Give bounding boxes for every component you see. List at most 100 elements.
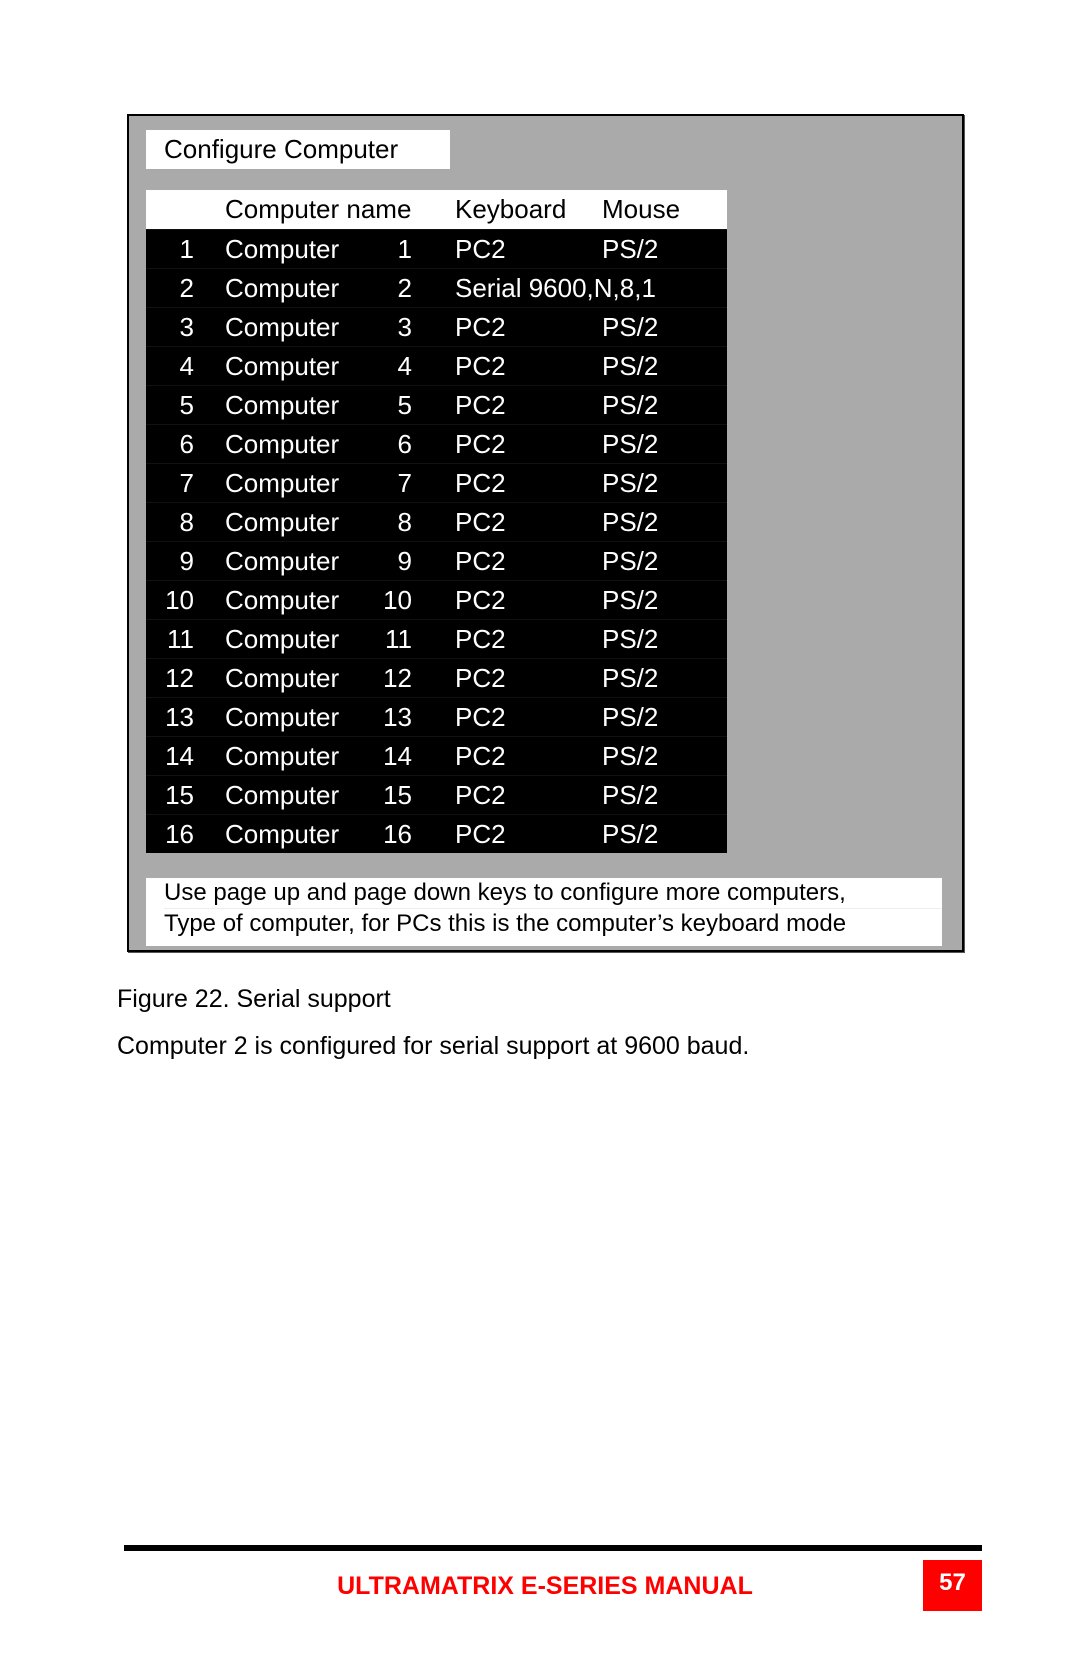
computer-name: Computer <box>225 624 340 654</box>
table-row[interactable]: 12 Computer 12 PC2 PS/2 <box>146 658 727 697</box>
row-number: 6 <box>179 429 194 459</box>
help-notes: Use page up and page down keys to config… <box>146 878 942 946</box>
keyboard-mode: PC2 <box>455 663 506 693</box>
table-body: 1 Computer 1 PC2 PS/2 2 Computer 2 Serial 9600,N… <box>146 229 727 853</box>
computer-name: Computer <box>225 312 340 342</box>
mouse-type: PS/2 <box>602 819 659 849</box>
computer-name-number: 16 <box>383 819 412 849</box>
row-number: 3 <box>179 312 194 342</box>
table-row[interactable]: 3 Computer 3 PC2 PS/2 <box>146 307 727 346</box>
mouse-type: PS/2 <box>602 663 659 693</box>
computer-name: Computer <box>225 234 340 264</box>
keyboard-mode: PC2 <box>455 741 506 771</box>
computer-name-number: 12 <box>383 663 412 693</box>
computer-name-number: 6 <box>397 429 412 459</box>
row-number: 13 <box>165 702 194 732</box>
mouse-type: PS/2 <box>602 585 659 615</box>
mouse-type: PS/2 <box>602 390 659 420</box>
row-number: 14 <box>165 741 194 771</box>
row-number: 9 <box>179 546 194 576</box>
table-row[interactable]: 4 Computer 4 PC2 PS/2 <box>146 346 727 385</box>
header-computer-name: Computer name <box>225 194 412 224</box>
row-number: 1 <box>179 234 194 264</box>
computer-name: Computer <box>225 468 340 498</box>
computer-name-number: 15 <box>383 780 412 810</box>
keyboard-mode: PC2 <box>455 507 506 537</box>
keyboard-mode: PC2 <box>455 429 506 459</box>
row-number: 10 <box>165 585 194 615</box>
keyboard-mode: PC2 <box>455 702 506 732</box>
keyboard-mode: PC2 <box>455 312 506 342</box>
computer-name: Computer <box>225 429 340 459</box>
mouse-type: PS/2 <box>602 780 659 810</box>
keyboard-mode: PC2 <box>455 351 506 381</box>
keyboard-mode: PC2 <box>455 234 506 264</box>
keyboard-mode: PC2 <box>455 819 506 849</box>
row-number: 2 <box>179 273 194 303</box>
row-number: 15 <box>165 780 194 810</box>
mouse-type: PS/2 <box>602 429 659 459</box>
keyboard-mode: PC2 <box>455 468 506 498</box>
configure-computer-screen: Configure Computer Computer name Keyboar… <box>127 114 964 952</box>
table-header: Computer name Keyboard Mouse <box>146 190 727 229</box>
row-number: 4 <box>179 351 194 381</box>
header-mouse: Mouse <box>602 194 681 224</box>
figure-caption: Figure 22. Serial support <box>117 985 391 1013</box>
computer-name-number: 2 <box>397 273 412 303</box>
computer-name-number: 1 <box>397 234 412 264</box>
keyboard-mode: PC2 <box>455 624 506 654</box>
mouse-type: PS/2 <box>602 312 659 342</box>
table-row[interactable]: 1 Computer 1 PC2 PS/2 <box>146 229 727 268</box>
table-row[interactable]: 16 Computer 16 PC2 PS/2 <box>146 814 727 853</box>
row-number: 11 <box>167 624 194 654</box>
table-row[interactable]: 10 Computer 10 PC2 PS/2 <box>146 580 727 619</box>
table-row[interactable]: 8 Computer 8 PC2 PS/2 <box>146 502 727 541</box>
computer-name: Computer <box>225 702 340 732</box>
mouse-type: PS/2 <box>602 741 659 771</box>
help-note-line: Use page up and page down keys to config… <box>164 878 942 909</box>
computer-name: Computer <box>225 507 340 537</box>
table-row[interactable]: 7 Computer 7 PC2 PS/2 <box>146 463 727 502</box>
computer-name: Computer <box>225 351 340 381</box>
table-row[interactable]: 5 Computer 5 PC2 PS/2 <box>146 385 727 424</box>
computer-name: Computer <box>225 663 340 693</box>
mouse-type: PS/2 <box>602 507 659 537</box>
mouse-type: PS/2 <box>602 234 659 264</box>
row-number: 7 <box>179 468 194 498</box>
header-keyboard: Keyboard <box>455 194 567 224</box>
help-note-line: Type of computer, for PCs this is the co… <box>164 910 847 937</box>
table-row[interactable]: 6 Computer 6 PC2 PS/2 <box>146 424 727 463</box>
footer-title: ULTRAMATRIX E-SERIES MANUAL <box>337 1572 753 1600</box>
row-number: 12 <box>165 663 194 693</box>
computer-name-number: 3 <box>397 312 412 342</box>
footer-rule <box>124 1545 982 1551</box>
table-row[interactable]: 14 Computer 14 PC2 PS/2 <box>146 736 727 775</box>
mouse-type: PS/2 <box>602 468 659 498</box>
keyboard-mode: Serial 9600,N,8,1 <box>455 273 656 303</box>
computer-name-number: 4 <box>397 351 412 381</box>
computer-name: Computer <box>225 819 340 849</box>
computer-name: Computer <box>225 780 340 810</box>
computer-name-number: 11 <box>385 624 412 654</box>
keyboard-mode: PC2 <box>455 780 506 810</box>
computer-name-number: 9 <box>397 546 412 576</box>
mouse-type: PS/2 <box>602 351 659 381</box>
table-row[interactable]: 9 Computer 9 PC2 PS/2 <box>146 541 727 580</box>
computer-name-number: 8 <box>397 507 412 537</box>
table-row[interactable]: 13 Computer 13 PC2 PS/2 <box>146 697 727 736</box>
computer-name: Computer <box>225 546 340 576</box>
screen-title: Configure Computer <box>146 130 450 169</box>
body-paragraph: Computer 2 is configured for serial supp… <box>117 1032 750 1060</box>
mouse-type: PS/2 <box>602 546 659 576</box>
computer-name: Computer <box>225 585 340 615</box>
computer-table: Computer name Keyboard Mouse 1 Computer 1 P… <box>146 190 727 853</box>
table-row[interactable]: 11 Computer 11 PC2 PS/2 <box>146 619 727 658</box>
mouse-type: PS/2 <box>602 702 659 732</box>
table-row[interactable]: 15 Computer 15 PC2 PS/2 <box>146 775 727 814</box>
computer-name-number: 5 <box>397 390 412 420</box>
row-number: 5 <box>179 390 194 420</box>
computer-name-number: 10 <box>383 585 412 615</box>
row-number: 8 <box>179 507 194 537</box>
table-row[interactable]: 2 Computer 2 Serial 9600,N,8,1 <box>146 268 727 307</box>
computer-name-number: 13 <box>383 702 412 732</box>
